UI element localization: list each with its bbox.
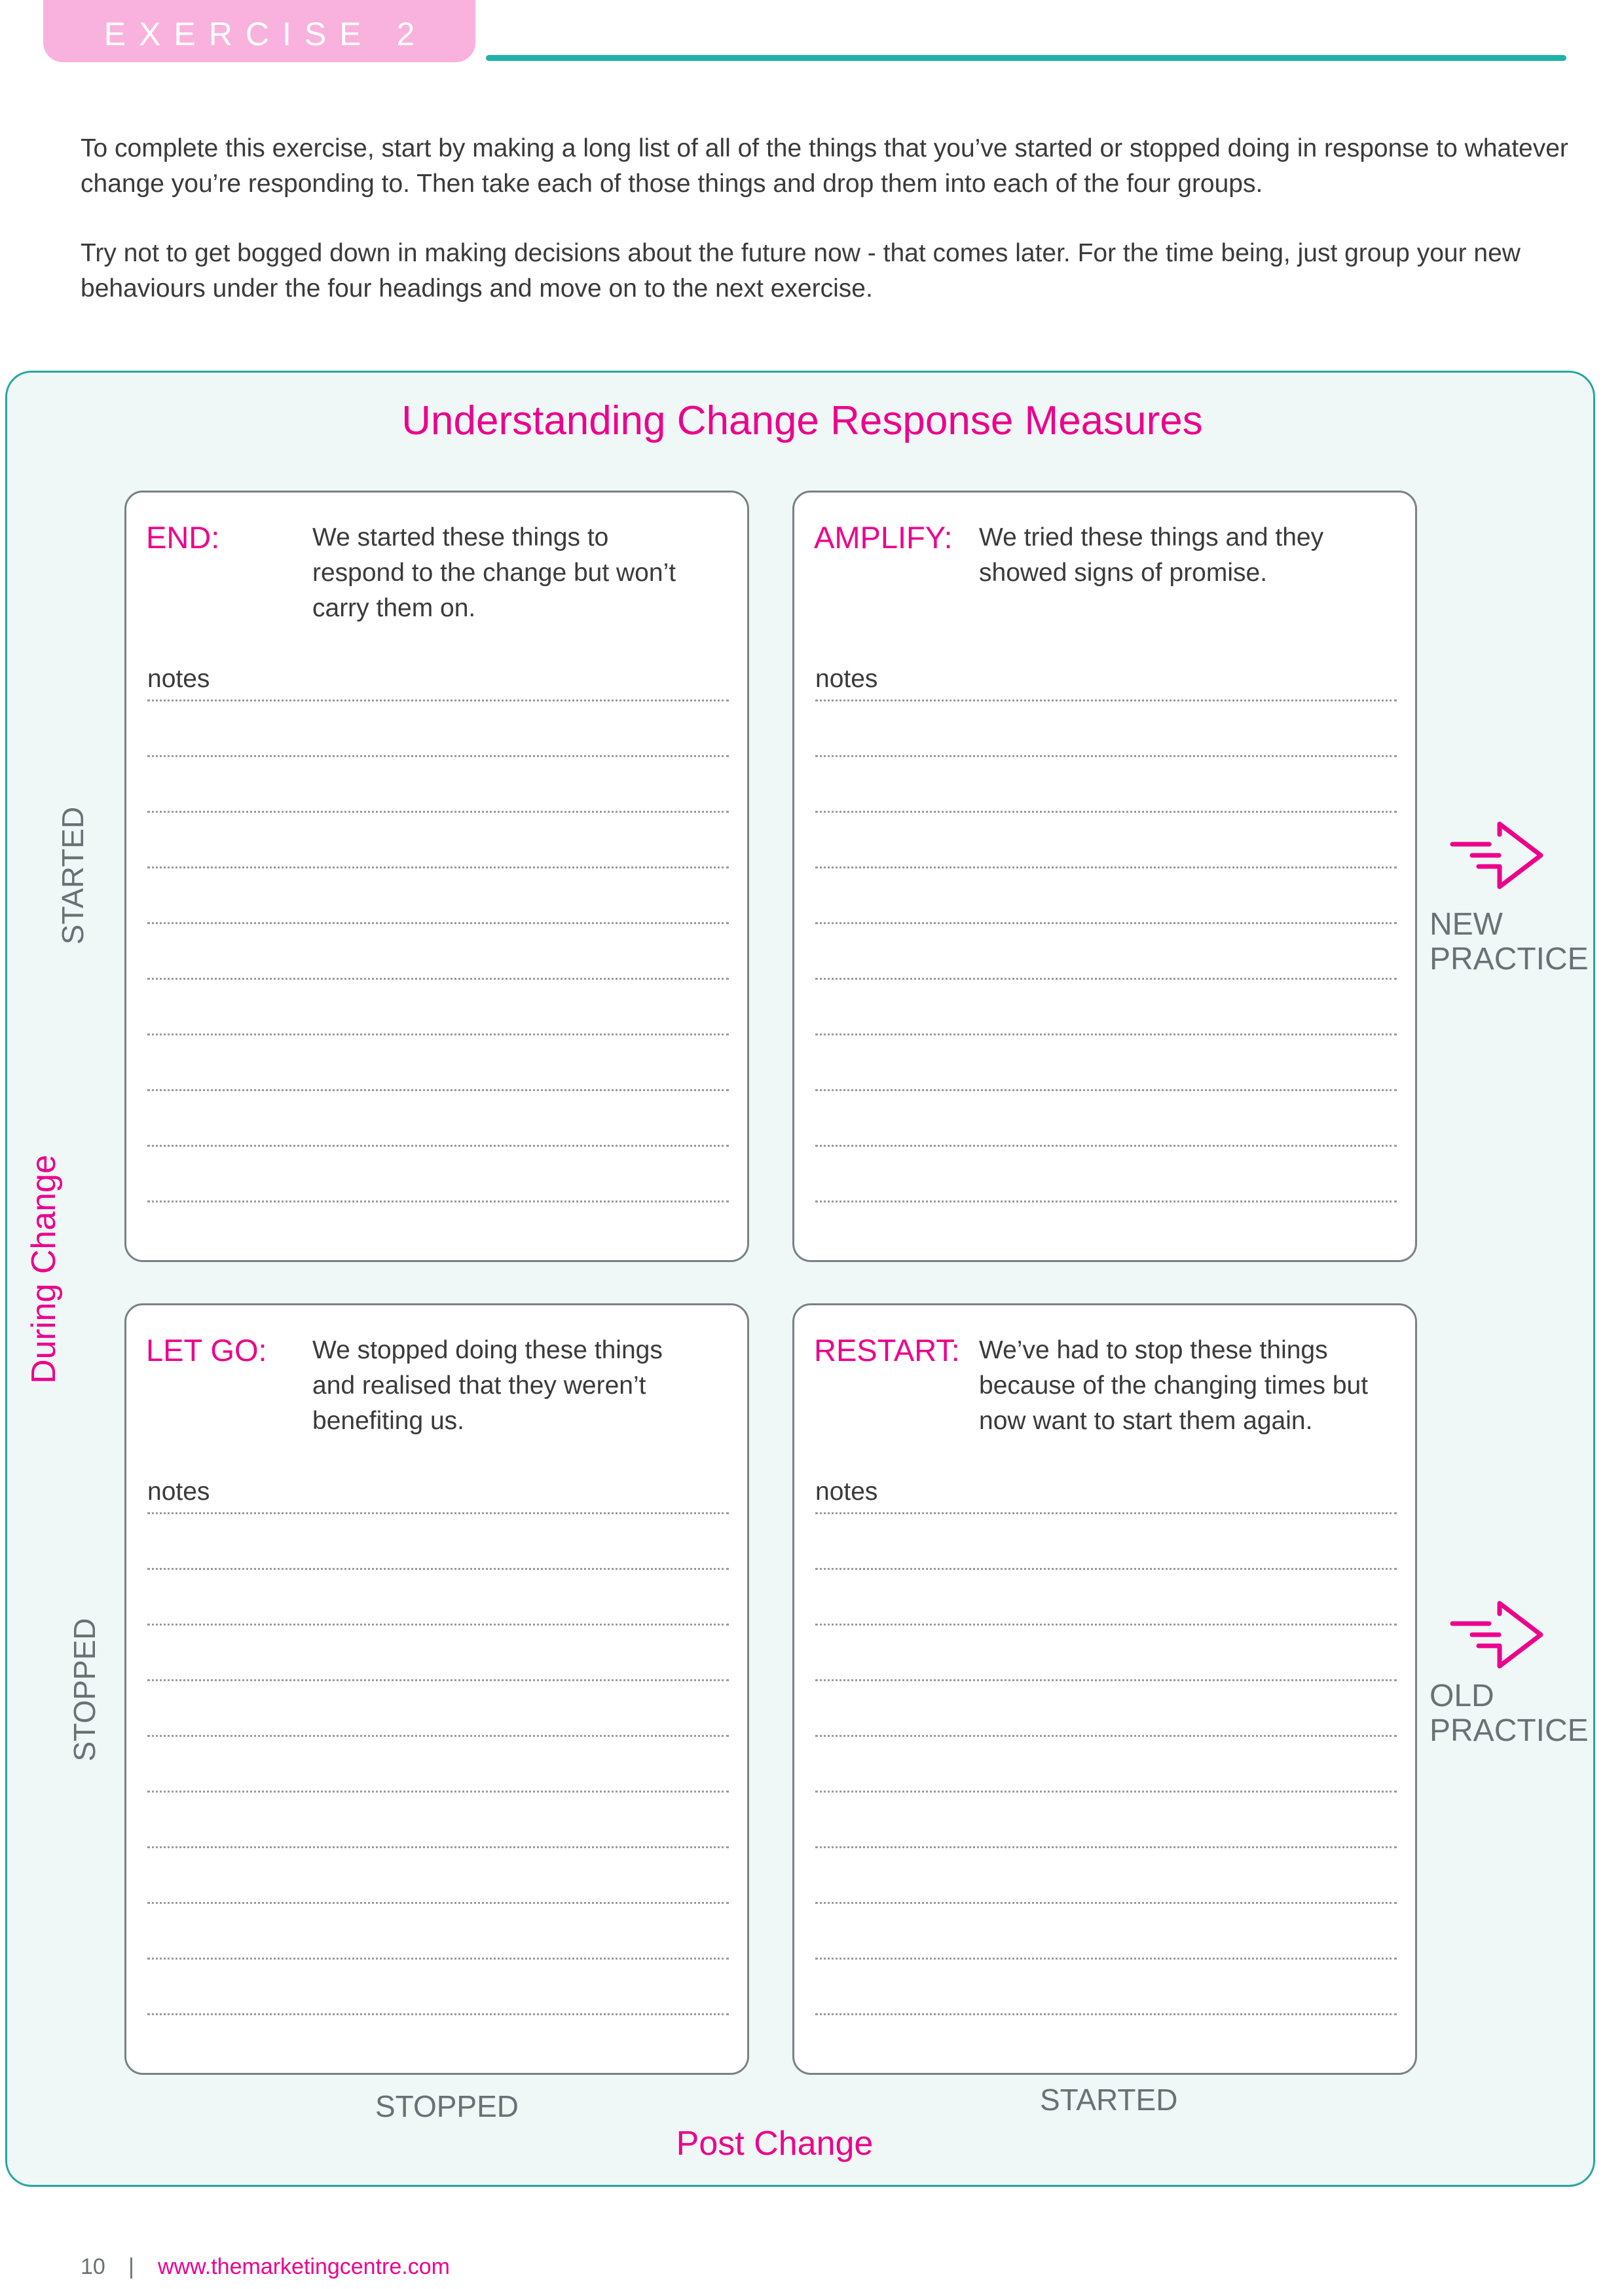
- footer-website-link[interactable]: www.themarketingcentre.com: [158, 2254, 450, 2280]
- note-line[interactable]: [147, 866, 729, 868]
- new-practice-line1: NEW: [1430, 907, 1503, 942]
- quadrant-label: AMPLIFY:: [814, 520, 953, 555]
- notes-label: notes: [147, 1478, 210, 1506]
- quadrant-description: We’ve had to stop these things because o…: [979, 1336, 1369, 1435]
- note-line[interactable]: [815, 755, 1397, 757]
- note-line[interactable]: [147, 1624, 729, 1626]
- note-line[interactable]: [147, 1846, 729, 1848]
- matrix-title: Understanding Change Response Measures: [401, 398, 1203, 443]
- note-line[interactable]: [815, 1568, 1397, 1570]
- quadrant-card-let-go: LET GO: We stopped doing these things and…: [124, 1303, 749, 2075]
- new-practice-line2: PRACTICE: [1430, 942, 1589, 977]
- note-line[interactable]: [147, 1679, 729, 1681]
- quadrant-description: We tried these things and they showed si…: [979, 523, 1324, 587]
- note-line[interactable]: [147, 978, 729, 980]
- new-practice-arrow-icon: [1449, 820, 1544, 891]
- quadrant-description: We started these things to respond to th…: [312, 523, 676, 622]
- note-line[interactable]: [815, 1902, 1397, 1904]
- intro-paragraph-1: To complete this exercise, start by maki…: [81, 134, 1568, 198]
- note-line[interactable]: [147, 1568, 729, 1570]
- note-line[interactable]: [815, 978, 1397, 980]
- note-line[interactable]: [815, 1624, 1397, 1626]
- note-line[interactable]: [815, 1512, 1397, 1514]
- note-line[interactable]: [147, 699, 729, 701]
- quadrant-label: LET GO:: [146, 1333, 267, 1368]
- note-line[interactable]: [147, 1735, 729, 1737]
- note-line[interactable]: [147, 1145, 729, 1147]
- notes-label: notes: [815, 1478, 878, 1506]
- note-line[interactable]: [147, 1512, 729, 1514]
- notes-label: notes: [815, 665, 878, 693]
- note-line[interactable]: [147, 922, 729, 924]
- old-practice-line2: PRACTICE: [1430, 1713, 1589, 1748]
- quadrant-card-amplify: AMPLIFY: We tried these things and they s…: [792, 491, 1417, 1262]
- y-axis-tick-started: STARTED: [56, 806, 90, 945]
- note-line[interactable]: [147, 1902, 729, 1904]
- note-line[interactable]: [815, 1846, 1397, 1848]
- note-line[interactable]: [815, 922, 1397, 924]
- x-axis-tick-stopped: STOPPED: [375, 2089, 519, 2123]
- note-line[interactable]: [147, 1791, 729, 1793]
- note-line[interactable]: [147, 1033, 729, 1035]
- note-line[interactable]: [815, 866, 1397, 868]
- quadrant-description: We stopped doing these things and realis…: [312, 1336, 663, 1435]
- note-line[interactable]: [815, 699, 1397, 701]
- x-axis-label: Post Change: [676, 2125, 874, 2163]
- quadrant-label: END:: [146, 520, 220, 555]
- note-line[interactable]: [147, 811, 729, 813]
- y-axis-label: During Change: [25, 1155, 63, 1384]
- old-practice-line1: OLD: [1430, 1679, 1494, 1713]
- note-line[interactable]: [815, 1145, 1397, 1147]
- page-number: 10: [81, 2254, 105, 2279]
- y-axis-tick-stopped: STOPPED: [67, 1618, 101, 1762]
- quadrant-card-end: END: We started these things to respond t…: [124, 491, 749, 1262]
- note-line[interactable]: [815, 1791, 1397, 1793]
- note-line[interactable]: [147, 1089, 729, 1091]
- quadrant-card-restart: RESTART: We’ve had to stop these things b…: [792, 1303, 1417, 2075]
- note-line[interactable]: [815, 1033, 1397, 1035]
- note-line[interactable]: [147, 755, 729, 757]
- note-line[interactable]: [815, 1089, 1397, 1091]
- intro-paragraph-2: Try not to get bogged down in making dec…: [81, 239, 1521, 303]
- note-line[interactable]: [815, 1200, 1397, 1202]
- header-rule: [486, 55, 1566, 61]
- note-line[interactable]: [815, 1735, 1397, 1737]
- note-line[interactable]: [815, 811, 1397, 813]
- note-line[interactable]: [147, 1200, 729, 1202]
- note-line[interactable]: [147, 1958, 729, 1960]
- note-line[interactable]: [147, 2013, 729, 2015]
- note-line[interactable]: [815, 2013, 1397, 2015]
- note-line[interactable]: [815, 1958, 1397, 1960]
- old-practice-arrow-icon: [1449, 1599, 1544, 1670]
- quadrant-label: RESTART:: [814, 1333, 960, 1368]
- x-axis-tick-started: STARTED: [1040, 2083, 1178, 2117]
- note-line[interactable]: [815, 1679, 1397, 1681]
- exercise-label: EXERCISE 2: [103, 16, 428, 52]
- footer-separator: |: [128, 2254, 134, 2279]
- notes-label: notes: [147, 665, 210, 693]
